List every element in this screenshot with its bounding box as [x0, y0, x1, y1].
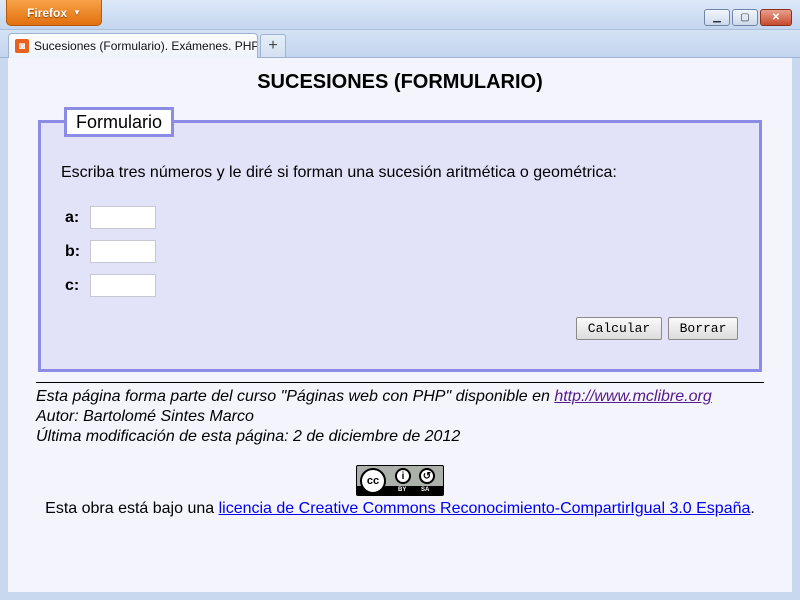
- page-favicon-icon: ◙: [15, 39, 29, 53]
- license-suffix: .: [750, 500, 755, 517]
- cc-license-badge[interactable]: cc i ↺ BY SA: [356, 465, 444, 496]
- badge-by-label: BY: [398, 487, 407, 493]
- input-a[interactable]: [90, 206, 156, 229]
- field-label-b: b:: [65, 242, 81, 260]
- footer-divider: [36, 382, 764, 383]
- footer-author: Autor: Bartolomé Sintes Marco: [36, 408, 254, 425]
- calcular-button[interactable]: Calcular: [576, 317, 662, 340]
- page-content: SUCESIONES (FORMULARIO) Formulario Escri…: [8, 58, 792, 592]
- field-label-a: a:: [65, 208, 80, 226]
- badge-sa-label: SA: [421, 487, 430, 493]
- tab-title: Sucesiones (Formulario). Exámenes. PHP..…: [34, 39, 258, 53]
- firefox-menu-label: Firefox: [27, 5, 68, 20]
- input-b[interactable]: [90, 240, 156, 263]
- field-row-a: a:: [65, 206, 156, 229]
- input-c[interactable]: [90, 274, 156, 297]
- tab-bar: ◙ Sucesiones (Formulario). Exámenes. PHP…: [0, 30, 800, 58]
- field-row-b: b:: [65, 240, 156, 263]
- title-bar: Firefox ▼ ▁ ▢ ✕: [0, 0, 800, 30]
- firefox-menu-button[interactable]: Firefox ▼: [6, 0, 102, 26]
- share-alike-icon: ↺: [419, 468, 435, 484]
- license-prefix: Esta obra está bajo una: [45, 500, 219, 517]
- form-fieldset: Formulario Escriba tres números y le dir…: [38, 107, 762, 372]
- page-title: SUCESIONES (FORMULARIO): [257, 71, 543, 93]
- license-line: Esta obra está bajo una licencia de Crea…: [8, 500, 792, 518]
- attribution-icon: i: [395, 468, 411, 484]
- maximize-button[interactable]: ▢: [732, 9, 758, 26]
- dropdown-caret-icon: ▼: [73, 8, 81, 17]
- field-label-c: c:: [65, 276, 80, 294]
- footer-course-text: Esta página forma parte del curso "Págin…: [36, 388, 555, 405]
- borrar-button[interactable]: Borrar: [668, 317, 738, 340]
- footer-modified: Última modificación de esta página: 2 de…: [36, 428, 461, 445]
- new-tab-button[interactable]: +: [260, 34, 286, 57]
- minimize-button[interactable]: ▁: [704, 9, 730, 26]
- window-bottom-border: [0, 592, 800, 600]
- form-legend: Formulario: [64, 107, 175, 137]
- cc-logo-icon: cc: [360, 468, 386, 494]
- form-instructions: Escriba tres números y le diré si forman…: [61, 164, 617, 181]
- window-controls: ▁ ▢ ✕: [704, 9, 792, 26]
- mclibre-link[interactable]: http://www.mclibre.org: [554, 388, 711, 405]
- close-button[interactable]: ✕: [760, 9, 792, 26]
- footer: Esta página forma parte del curso "Págin…: [36, 387, 712, 447]
- license-link[interactable]: licencia de Creative Commons Reconocimie…: [219, 500, 751, 517]
- tab-active[interactable]: ◙ Sucesiones (Formulario). Exámenes. PHP…: [8, 33, 258, 58]
- footer-course-line: Esta página forma parte del curso "Págin…: [36, 387, 712, 407]
- field-row-c: c:: [65, 274, 156, 297]
